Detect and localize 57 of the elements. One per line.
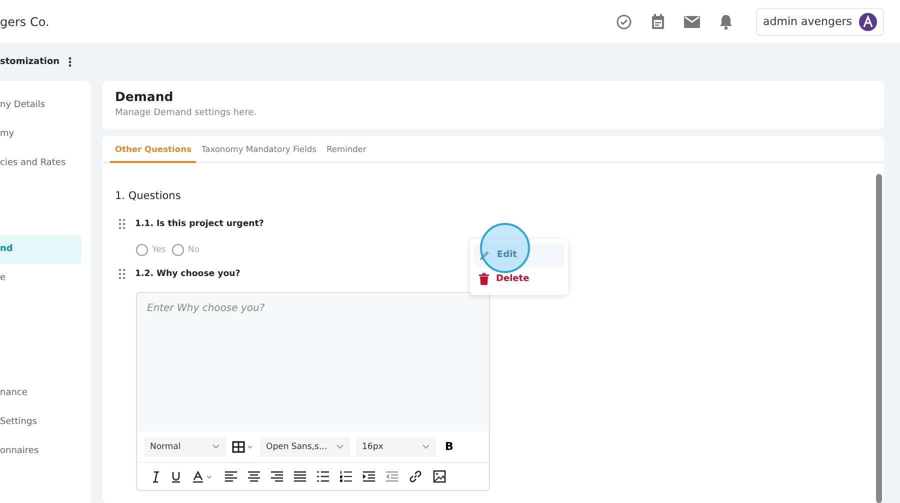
image-icon[interactable] bbox=[433, 470, 446, 483]
menu-item[interactable]: Edit bbox=[474, 243, 564, 267]
option-label: No bbox=[188, 245, 200, 255]
size-dropdown[interactable]: 16px bbox=[356, 436, 436, 456]
option-label: Yes bbox=[152, 245, 166, 255]
breadcrumb-title: stomization bbox=[0, 57, 60, 67]
trash-icon bbox=[479, 273, 489, 285]
sidebar-item[interactable]: e bbox=[0, 264, 81, 293]
calendar-icon[interactable] bbox=[651, 14, 666, 30]
page-title: Demand bbox=[115, 89, 174, 104]
align-icon[interactable] bbox=[294, 471, 306, 482]
underline-icon[interactable] bbox=[171, 470, 181, 482]
sidebar-item[interactable]: my bbox=[0, 120, 81, 149]
text-color-icon[interactable] bbox=[192, 470, 214, 482]
section-title: 1. Questions bbox=[115, 190, 182, 202]
answer-field[interactable]: Enter Why choose you? bbox=[137, 293, 489, 431]
check-circle-icon[interactable] bbox=[616, 14, 632, 30]
outdent-icon[interactable] bbox=[386, 471, 398, 482]
question-label: 1.2. Why choose you? bbox=[135, 269, 240, 279]
page-subtitle: Manage Demand settings here. bbox=[115, 108, 258, 118]
menu-item[interactable]: Delete bbox=[474, 267, 564, 291]
tab[interactable]: Taxonomy Mandatory Fields bbox=[196, 136, 322, 163]
radio-button[interactable] bbox=[136, 244, 148, 256]
link-icon[interactable] bbox=[409, 470, 422, 483]
align-icon[interactable] bbox=[225, 471, 237, 482]
mail-icon[interactable] bbox=[684, 16, 700, 28]
indent-icon[interactable] bbox=[363, 471, 375, 482]
italic-icon[interactable] bbox=[152, 470, 160, 482]
bullet-list-icon[interactable] bbox=[317, 471, 329, 482]
radio-button[interactable] bbox=[172, 244, 184, 256]
question-label: 1.1. Is this project urgent? bbox=[135, 219, 264, 229]
sidebar-item[interactable]: onnaires bbox=[0, 437, 81, 466]
drag-handle-icon[interactable] bbox=[119, 269, 125, 279]
more-vertical-icon[interactable] bbox=[68, 57, 72, 67]
click-indicator bbox=[480, 223, 530, 273]
user-menu-button[interactable]: admin avengers bbox=[756, 8, 884, 36]
bold-button[interactable]: B bbox=[442, 440, 456, 453]
align-icon[interactable] bbox=[271, 471, 283, 482]
tab[interactable]: Reminder bbox=[322, 136, 372, 163]
sidebar-item[interactable]: Settings bbox=[0, 408, 81, 437]
font-dropdown[interactable]: Open Sans,s... bbox=[260, 436, 350, 456]
bell-icon[interactable] bbox=[719, 14, 734, 30]
company-name: gers Co. bbox=[0, 14, 50, 28]
align-icon[interactable] bbox=[248, 471, 260, 482]
pencil-icon bbox=[479, 250, 490, 260]
sidebar-item[interactable]: nd bbox=[0, 235, 81, 264]
numbered-list-icon[interactable] bbox=[340, 471, 352, 482]
chevron-down-icon bbox=[212, 444, 220, 449]
sidebar-item[interactable]: cies and Rates bbox=[0, 149, 81, 178]
format-dropdown[interactable]: Normal bbox=[144, 436, 226, 456]
sidebar-item[interactable]: nance bbox=[0, 379, 81, 408]
avatar-icon bbox=[859, 12, 877, 30]
chevron-down-icon bbox=[336, 444, 344, 449]
chevron-down-icon bbox=[422, 444, 430, 449]
drag-handle-icon[interactable] bbox=[119, 219, 125, 229]
sidebar-item[interactable]: ny Details bbox=[0, 91, 81, 120]
table-icon[interactable] bbox=[232, 440, 254, 452]
